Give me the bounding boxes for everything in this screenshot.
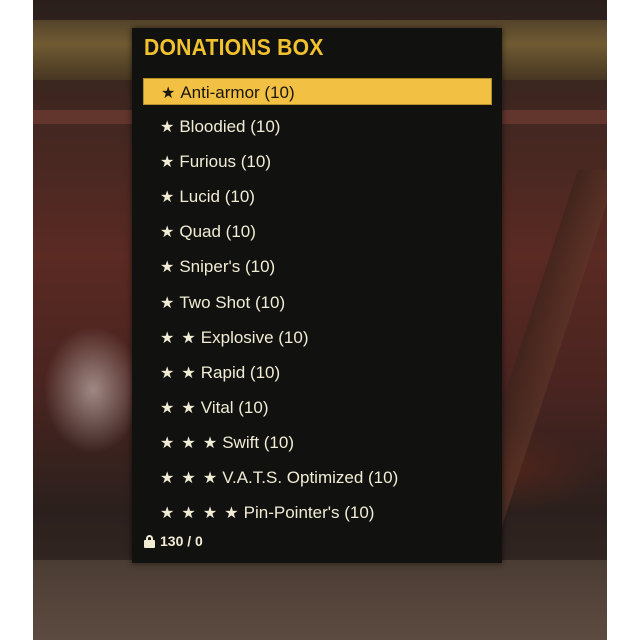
- item-label: Quad (10): [179, 222, 256, 242]
- item-label: Furious (10): [179, 152, 271, 172]
- item-label: Pin-Pointer's (10): [243, 503, 375, 523]
- star-icon: ★ ★: [160, 362, 197, 382]
- item-label: Swift (10): [222, 432, 294, 452]
- item-label: Sniper's (10): [179, 257, 276, 277]
- list-item-quad[interactable]: ★ Quad (10): [143, 218, 492, 245]
- item-label: Bloodied (10): [179, 117, 281, 137]
- weight-value: 130 / 0: [160, 533, 203, 549]
- lock-icon: [144, 534, 155, 548]
- weight-readout: 130 / 0: [144, 533, 203, 549]
- star-icon: ★ ★ ★: [160, 432, 219, 452]
- list-item-vital[interactable]: ★ ★ Vital (10): [143, 394, 492, 421]
- item-list: ★ Anti-armor (10) ★ Bloodied (10) ★ Furious…: [143, 78, 492, 534]
- list-item-bloodied[interactable]: ★ Bloodied (10): [143, 113, 492, 140]
- list-item-pin-pointers[interactable]: ★ ★ ★ ★ Pin-Pointer's (10): [143, 499, 492, 526]
- list-item-furious[interactable]: ★ Furious (10): [143, 148, 492, 175]
- star-icon: ★: [160, 117, 176, 137]
- list-item-anti-armor[interactable]: ★ Anti-armor (10): [143, 78, 492, 105]
- list-item-vats-optimized[interactable]: ★ ★ ★ V.A.T.S. Optimized (10): [143, 464, 492, 491]
- item-label: Vital (10): [200, 397, 269, 417]
- list-item-lucid[interactable]: ★ Lucid (10): [143, 183, 492, 210]
- star-icon: ★: [160, 187, 176, 207]
- item-label: Rapid (10): [200, 362, 281, 382]
- star-icon: ★: [160, 257, 176, 277]
- item-label: Anti-armor (10): [180, 83, 295, 102]
- star-icon: ★ ★ ★: [160, 468, 219, 488]
- item-label: Lucid (10): [179, 187, 255, 207]
- star-icon: ★: [161, 83, 177, 102]
- donations-box-panel: DONATIONS BOX ★ Anti-armor (10) ★ Bloodied…: [132, 28, 502, 563]
- list-item-swift[interactable]: ★ ★ ★ Swift (10): [143, 429, 492, 456]
- star-icon: ★ ★: [160, 397, 197, 417]
- list-item-rapid[interactable]: ★ ★ Rapid (10): [143, 359, 492, 386]
- panel-title: DONATIONS BOX: [144, 34, 324, 60]
- item-label: Two Shot (10): [179, 292, 286, 312]
- star-icon: ★: [160, 222, 176, 242]
- star-icon: ★: [160, 152, 176, 172]
- background-floor: [33, 560, 607, 640]
- star-icon: ★: [160, 292, 176, 312]
- item-label: Explosive (10): [200, 327, 309, 347]
- item-label: V.A.T.S. Optimized (10): [222, 468, 399, 488]
- list-item-explosive[interactable]: ★ ★ Explosive (10): [143, 324, 492, 351]
- list-item-snipers[interactable]: ★ Sniper's (10): [143, 253, 492, 280]
- star-icon: ★ ★: [160, 327, 197, 347]
- list-item-two-shot[interactable]: ★ Two Shot (10): [143, 289, 492, 316]
- star-icon: ★ ★ ★ ★: [160, 503, 240, 523]
